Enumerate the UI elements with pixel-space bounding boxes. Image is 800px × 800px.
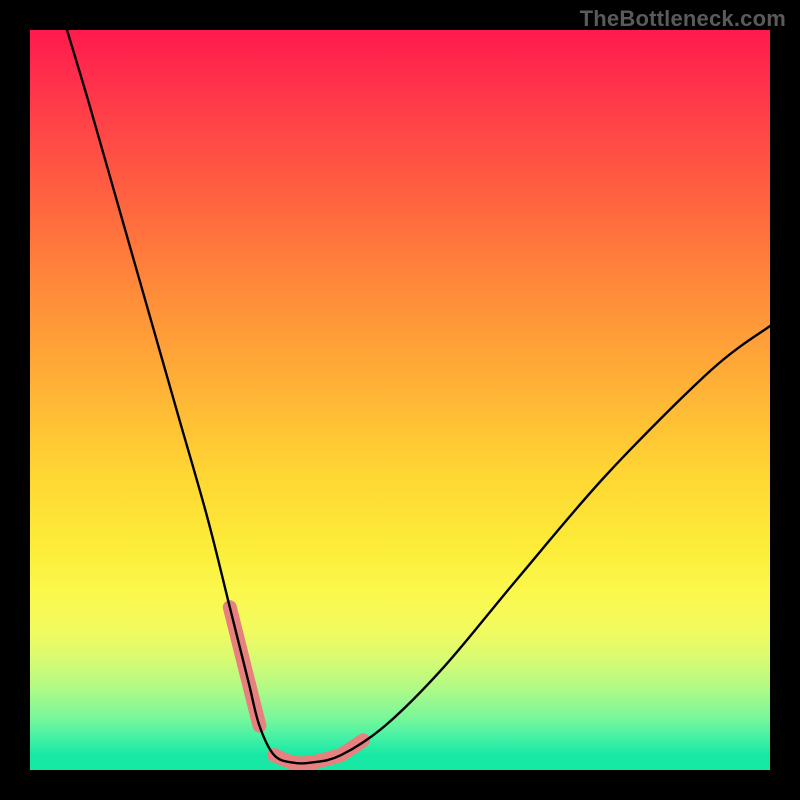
watermark-label: TheBottleneck.com: [580, 6, 786, 32]
curve-svg: [30, 30, 770, 770]
bottleneck-curve: [67, 30, 770, 764]
outer-frame: TheBottleneck.com: [0, 0, 800, 800]
plot-area: [30, 30, 770, 770]
